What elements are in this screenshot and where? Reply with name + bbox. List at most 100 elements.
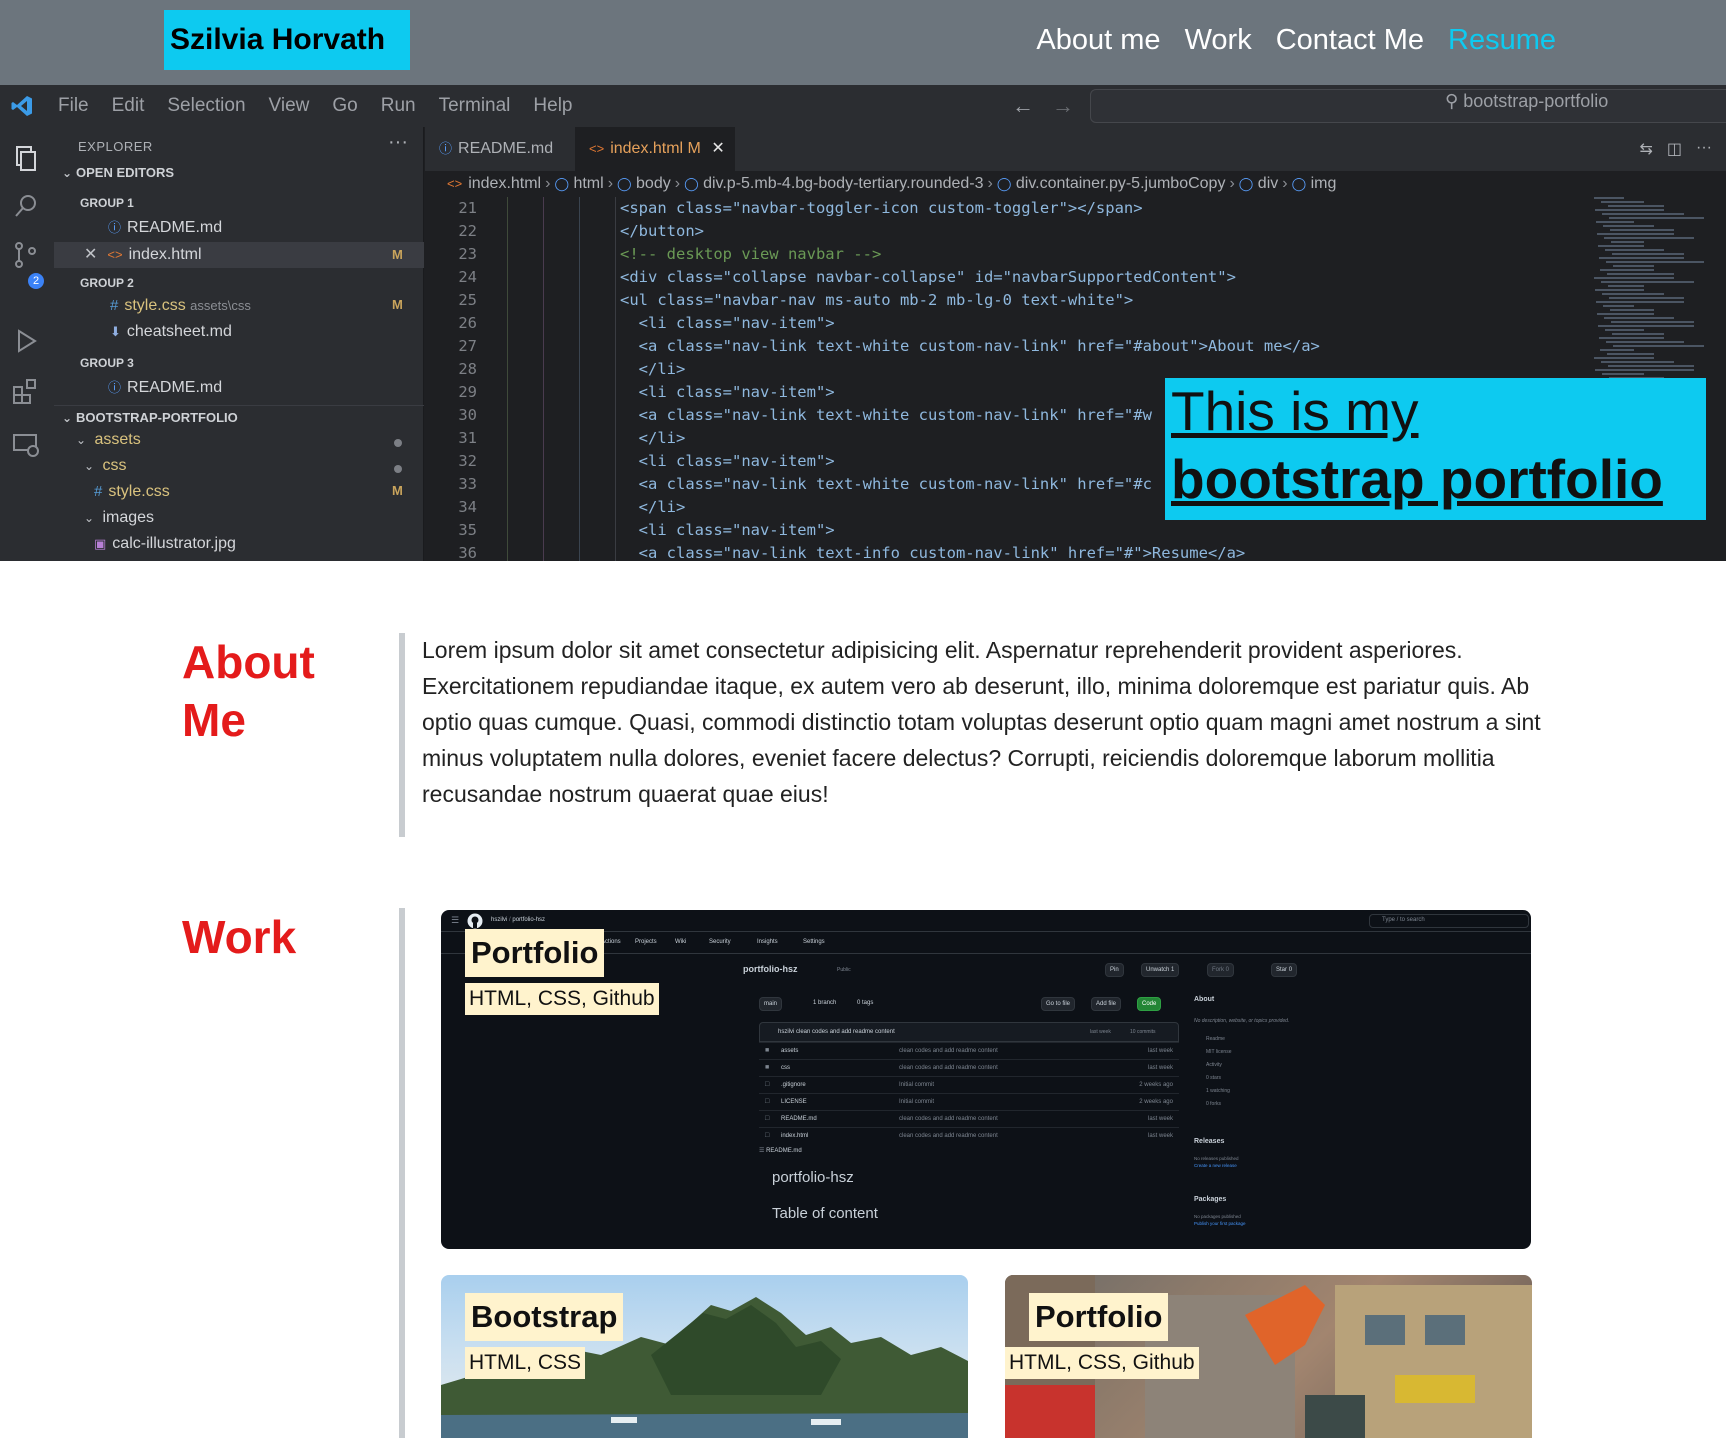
line-number: 36 [458, 544, 477, 561]
breadcrumb-sep-icon: › [1229, 175, 1235, 192]
arrow-left-icon: ← [1012, 93, 1034, 118]
github-tags-count: 0 tags [857, 1000, 874, 1006]
minimap-line [1595, 369, 1694, 371]
folder-label: assets [94, 431, 141, 448]
nav-link-work[interactable]: Work [1185, 24, 1252, 57]
github-repo-nav: Actions Projects Wiki Security Insights … [441, 932, 1531, 954]
minimap-line [1598, 245, 1644, 247]
file-icon: □ [765, 1098, 770, 1105]
line-number: 26 [458, 314, 477, 332]
minimap-line [1599, 257, 1684, 259]
arrow-right-icon: → [1052, 93, 1074, 118]
fork-label: Fork [1212, 967, 1224, 973]
line-number: 22 [458, 222, 477, 240]
work-card-portfolio-2[interactable]: Portfolio HTML, CSS, Github [1005, 1275, 1532, 1438]
minimap-line [1599, 337, 1664, 339]
commit-meta: last week [1090, 1029, 1111, 1035]
code-text: </li> [620, 498, 686, 516]
file-time: last week [1147, 1116, 1173, 1122]
more-actions-icon: ··· [1696, 139, 1712, 156]
menu-go: Go [332, 95, 358, 116]
work-card-bootstrap[interactable]: Bootstrap HTML, CSS [441, 1275, 968, 1438]
html-file-icon: <> [447, 176, 463, 191]
extensions-icon [13, 379, 36, 404]
workspace-name: bootstrap-portfolio [1463, 91, 1609, 111]
github-releases-heading: Releases [1194, 1138, 1225, 1145]
chevron-down-icon: ⌄ [84, 459, 95, 473]
editor-tabs: ⓘ README.md <> index.html M ✕ ⇆ ◫ ··· [425, 127, 1726, 171]
nav-link-resume[interactable]: Resume [1448, 24, 1556, 57]
file-style-css: # style.css M [54, 483, 424, 509]
minimap-line [1594, 357, 1654, 359]
file-name: .gitignore [781, 1082, 806, 1088]
nav-link-contact[interactable]: Contact Me [1276, 24, 1424, 57]
file-label: calc-illustrator.jpg [112, 535, 236, 552]
tab-index: <> index.html M ✕ [575, 127, 735, 171]
activity-bar: 2 [0, 127, 54, 561]
folder-assets: ⌄ assets [54, 431, 424, 457]
explorer-sidebar: EXPLORER ··· ⌄ OPEN EDITORS GROUP 1 ⓘ READ… [54, 127, 424, 561]
file-commit-msg: Initial commit [899, 1099, 935, 1105]
modified-dot [394, 439, 402, 447]
code-text: <li class="nav-item"> [620, 314, 835, 332]
brand[interactable]: Szilvia Horvath [164, 10, 410, 70]
readme-label: README.md [766, 1148, 802, 1154]
code-label: Code [1142, 1001, 1157, 1007]
chevron-down-icon: ⌄ [76, 433, 87, 447]
group1-header: GROUP 1 [80, 196, 134, 210]
minimap-line [1604, 317, 1674, 319]
github-releases-desc: No releases published [1194, 1156, 1239, 1161]
breadcrumb-sep-icon: › [1282, 175, 1288, 192]
github-file-row: □ index.html clean codes and add readme co… [759, 1127, 1179, 1144]
file-commit-msg: clean codes and add readme content [899, 1048, 998, 1054]
chevron-down-icon: ⌄ [62, 166, 73, 180]
file-time: last week [1147, 1048, 1173, 1054]
line-number: 25 [458, 291, 477, 309]
element-icon: ◯ [1238, 176, 1254, 191]
github-fork-button: Fork 0 [1207, 963, 1235, 977]
github-tab-projects: Projects [635, 939, 657, 945]
menu-view: View [268, 95, 310, 116]
hero-title: This is my bootstrap portfolio [1165, 378, 1706, 520]
code-line: 35 <li class="nav-item"> [425, 519, 1625, 542]
menu-run: Run [380, 95, 416, 116]
css-file-icon: # [94, 483, 103, 500]
minimap-line [1601, 201, 1644, 203]
chevron-down-icon: ⌄ [62, 411, 73, 425]
readme-title: portfolio-hsz [772, 1169, 854, 1186]
github-file-row: □ LICENSE Initial commit 2 weeks ago [759, 1093, 1179, 1110]
code-text: <!-- desktop view navbar --> [620, 245, 882, 263]
code-text: </li> [620, 360, 686, 378]
github-star-button: Star 0 [1271, 963, 1298, 977]
open-editor-index: ✕ <> index.html M [54, 242, 424, 268]
work-card-portfolio[interactable]: ☰ hszilvi / portfolio-hsz Type / to sear… [441, 910, 1531, 1249]
code-text: <a class="nav-link text-white custom-nav… [620, 406, 1152, 424]
folder-images: ⌄ images [54, 509, 424, 535]
minimap-line [1597, 313, 1654, 315]
github-search-text: Type / to search [1382, 917, 1425, 923]
minimap-line [1601, 361, 1674, 363]
commit-message: hszilvi clean codes and add readme conte… [778, 1029, 895, 1035]
markdown-file-icon: ⬇ [110, 324, 121, 339]
hero-title-line1: This is my [1171, 380, 1419, 442]
nav-link-about[interactable]: About me [1036, 24, 1160, 57]
github-latest-commit: hszilvi clean codes and add readme conte… [759, 1022, 1179, 1042]
file-name: LICENSE [781, 1099, 807, 1105]
command-search-box [1090, 89, 1726, 123]
element-icon: ◯ [1291, 176, 1307, 191]
file-name: index.html [781, 1133, 809, 1139]
file-commit-msg: clean codes and add readme content [899, 1133, 998, 1139]
run-debug-icon [18, 329, 37, 353]
source-control-badge: 2 [28, 273, 44, 289]
github-logo-icon [467, 913, 483, 929]
folder-icon: ■ [765, 1064, 770, 1071]
minimap-line [1611, 241, 1644, 243]
code-text: <ul class="navbar-nav ms-auto mb-2 mb-lg… [620, 291, 1134, 309]
code-text: <div class="collapse navbar-collapse" id… [620, 268, 1236, 286]
star-label: Star [1276, 967, 1288, 973]
github-tab-settings: Settings [803, 939, 825, 945]
file-name: assets [781, 1048, 799, 1054]
file-name: css [781, 1065, 790, 1071]
list-icon: ☰ [759, 1148, 765, 1154]
minimap-line [1603, 305, 1634, 307]
